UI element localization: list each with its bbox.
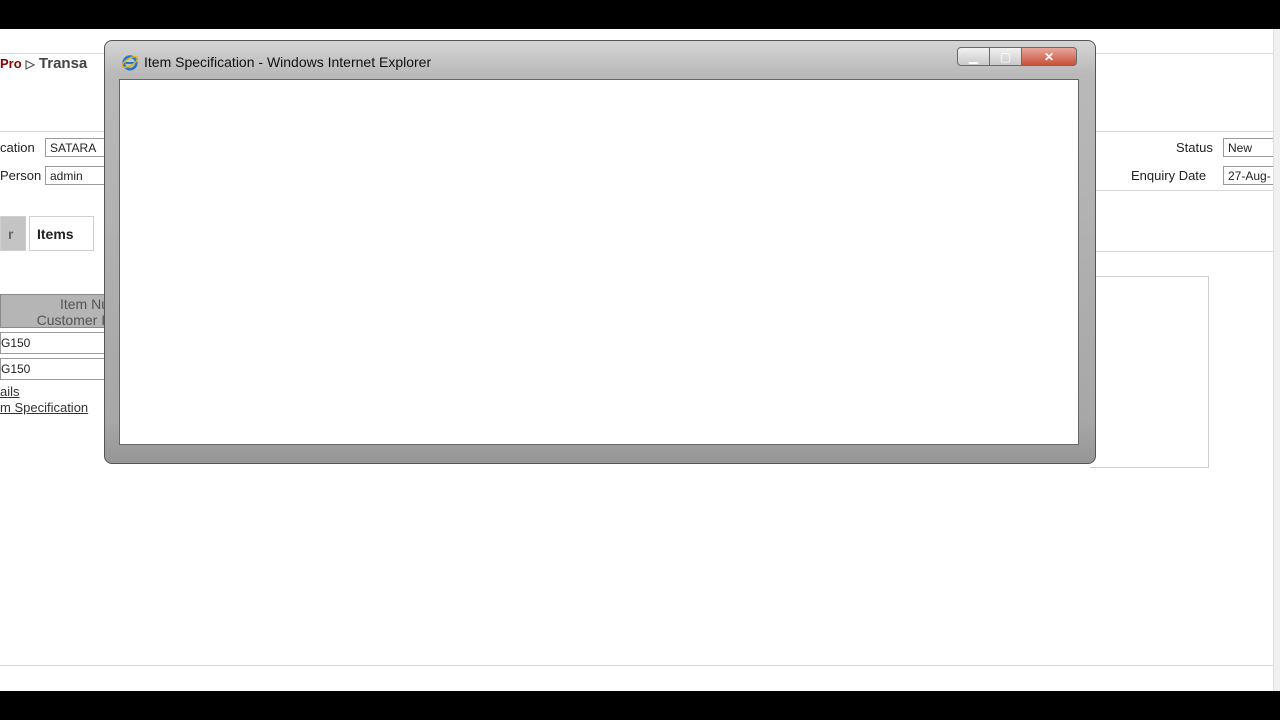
grid-header-line1: Item Nu [59,296,109,312]
breadcrumb-transactions[interactable]: Transa [39,55,87,72]
footer-divider [0,665,1280,666]
table-row[interactable]: G150 [0,358,110,380]
status-label: Status [1176,140,1213,155]
minimize-button[interactable]: ▁ [957,47,990,66]
table-row[interactable]: G150 [0,332,110,354]
internet-explorer-icon [121,55,139,71]
window-title: Item Specification - Windows Internet Ex… [144,54,432,70]
items-panel-frame [1090,276,1209,468]
form-bottom-divider [1096,190,1280,191]
window-content-area[interactable] [119,79,1079,445]
close-button[interactable]: ✕ [1022,47,1077,66]
page-scrollbar[interactable] [1273,29,1280,691]
breadcrumb-brand: Pro [0,56,22,71]
tab-items[interactable]: Items [29,216,94,251]
grid-header-item-number: Item Nu Customer It [0,294,110,328]
enquiry-date-field[interactable]: 27-Aug- [1223,166,1280,185]
tab-strip-divider [1096,251,1280,252]
window-controls: ▁ ▢ ✕ [957,47,1077,66]
enquiry-date-label: Enquiry Date [1131,168,1207,183]
person-label: Person [0,168,42,183]
item-specification-window[interactable]: Item Specification - Windows Internet Ex… [104,40,1096,464]
breadcrumb-arrow-icon: ▷ [25,57,35,71]
details-link[interactable]: ails [0,384,20,399]
status-field[interactable]: New [1223,138,1280,157]
location-label: cation [0,140,35,155]
tab-previous[interactable]: r [0,216,26,251]
maximize-button[interactable]: ▢ [990,47,1022,66]
item-specification-link[interactable]: m Specification [0,400,88,415]
grid-header-line2: Customer It [36,312,109,328]
browser-page: Pro ▷ Transa cation SATARA Person admin St… [0,29,1280,691]
breadcrumb: Pro ▷ Transa [0,55,87,72]
maximize-icon: ▢ [999,49,1012,64]
close-icon: ✕ [1043,49,1055,64]
minimize-icon: ▁ [968,49,979,64]
